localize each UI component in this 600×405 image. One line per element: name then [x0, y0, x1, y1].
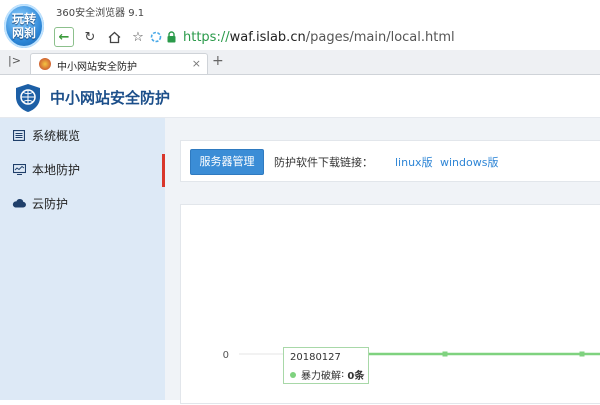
main-content: 服务器管理 防护软件下载链接： linux版 windows版 0 201801…	[165, 118, 600, 404]
sidebar-toggle-icon[interactable]: |>	[8, 54, 21, 67]
list-icon	[12, 129, 26, 141]
shield-globe-icon	[16, 84, 40, 112]
windows-download-link[interactable]: windows版	[440, 154, 498, 170]
brand-logo-line1: 玩转	[11, 12, 36, 26]
window-title: 360安全浏览器 9.1	[56, 8, 145, 19]
star-icon: ☆	[132, 29, 144, 45]
home-icon	[108, 31, 120, 43]
favicon-icon	[39, 58, 51, 70]
site-title: 中小网站安全防护	[50, 89, 171, 107]
url-scheme: https://	[183, 29, 230, 45]
close-tab-icon[interactable]: ×	[192, 57, 201, 70]
sidebar-item-local-protection[interactable]: 本地防护	[0, 152, 165, 186]
sidebar-item-overview[interactable]: 系统概览	[0, 118, 165, 152]
data-point	[442, 351, 448, 357]
bookmark-button[interactable]: ☆	[128, 27, 148, 47]
browser-toolbar: ← ↻ ☆ https://waf.islab.cn/pages/main/lo…	[46, 24, 600, 50]
url-host: waf.islab.cn	[229, 29, 306, 45]
address-bar[interactable]: https://waf.islab.cn/pages/main/local.ht…	[150, 26, 600, 48]
url-path: /pages/main/local.html	[305, 29, 455, 45]
server-management-button[interactable]: 服务器管理	[190, 149, 264, 175]
sidebar: 系统概览 本地防护 云防护	[0, 118, 165, 400]
web-page: 中小网站安全防护 系统概览 本地防护 云防护 服务器管理 防护软件下载链接： l…	[0, 75, 600, 404]
sidebar-item-label: 本地防护	[32, 162, 81, 177]
chart-card: 0 20180127 暴力破解: 0条	[180, 204, 600, 404]
browser-title-bar: 360安全浏览器 9.1	[0, 0, 600, 24]
new-tab-button[interactable]: +	[212, 53, 224, 69]
cloud-icon	[12, 197, 26, 209]
monitor-icon	[12, 163, 26, 175]
tooltip-row: 暴力破解: 0条	[290, 367, 364, 382]
sidebar-item-label: 云防护	[32, 196, 69, 211]
tab-title: 中小网站安全防护	[57, 62, 137, 73]
site-header: 中小网站安全防护	[0, 75, 600, 118]
data-point	[579, 351, 585, 357]
tooltip-colon: :	[341, 369, 345, 380]
tooltip-date: 20180127	[290, 352, 341, 363]
brand-logo-line2: 网刹	[11, 26, 36, 40]
sidebar-item-label: 系统概览	[32, 128, 81, 143]
sidebar-item-cloud-protection[interactable]: 云防护	[0, 186, 165, 220]
attack-chart: 0	[223, 350, 600, 361]
y-tick-label: 0	[223, 350, 229, 361]
refresh-button[interactable]: ↻	[80, 27, 100, 47]
download-links-label: 防护软件下载链接：	[274, 156, 373, 169]
loading-icon	[150, 31, 162, 43]
url-text: https://waf.islab.cn/pages/main/local.ht…	[183, 30, 455, 45]
series-dot-icon	[290, 371, 296, 378]
toolbar-card: 服务器管理 防护软件下载链接： linux版 windows版	[180, 140, 600, 182]
back-button[interactable]: ←	[54, 27, 74, 47]
linux-download-link[interactable]: linux版	[395, 154, 433, 170]
tab-bar: |> 中小网站安全防护 × +	[0, 50, 600, 75]
tab-active[interactable]: 中小网站安全防护 ×	[30, 53, 208, 74]
tooltip-value: 0条	[347, 371, 365, 382]
chart-tooltip: 20180127 暴力破解: 0条	[283, 347, 369, 384]
refresh-icon: ↻	[84, 29, 96, 45]
arrow-left-icon: ←	[58, 29, 70, 45]
lock-icon	[167, 31, 176, 43]
browser-brand-logo: 玩转 网刹	[4, 4, 44, 48]
home-button[interactable]	[104, 27, 124, 47]
tooltip-series-name: 暴力破解	[301, 371, 341, 382]
